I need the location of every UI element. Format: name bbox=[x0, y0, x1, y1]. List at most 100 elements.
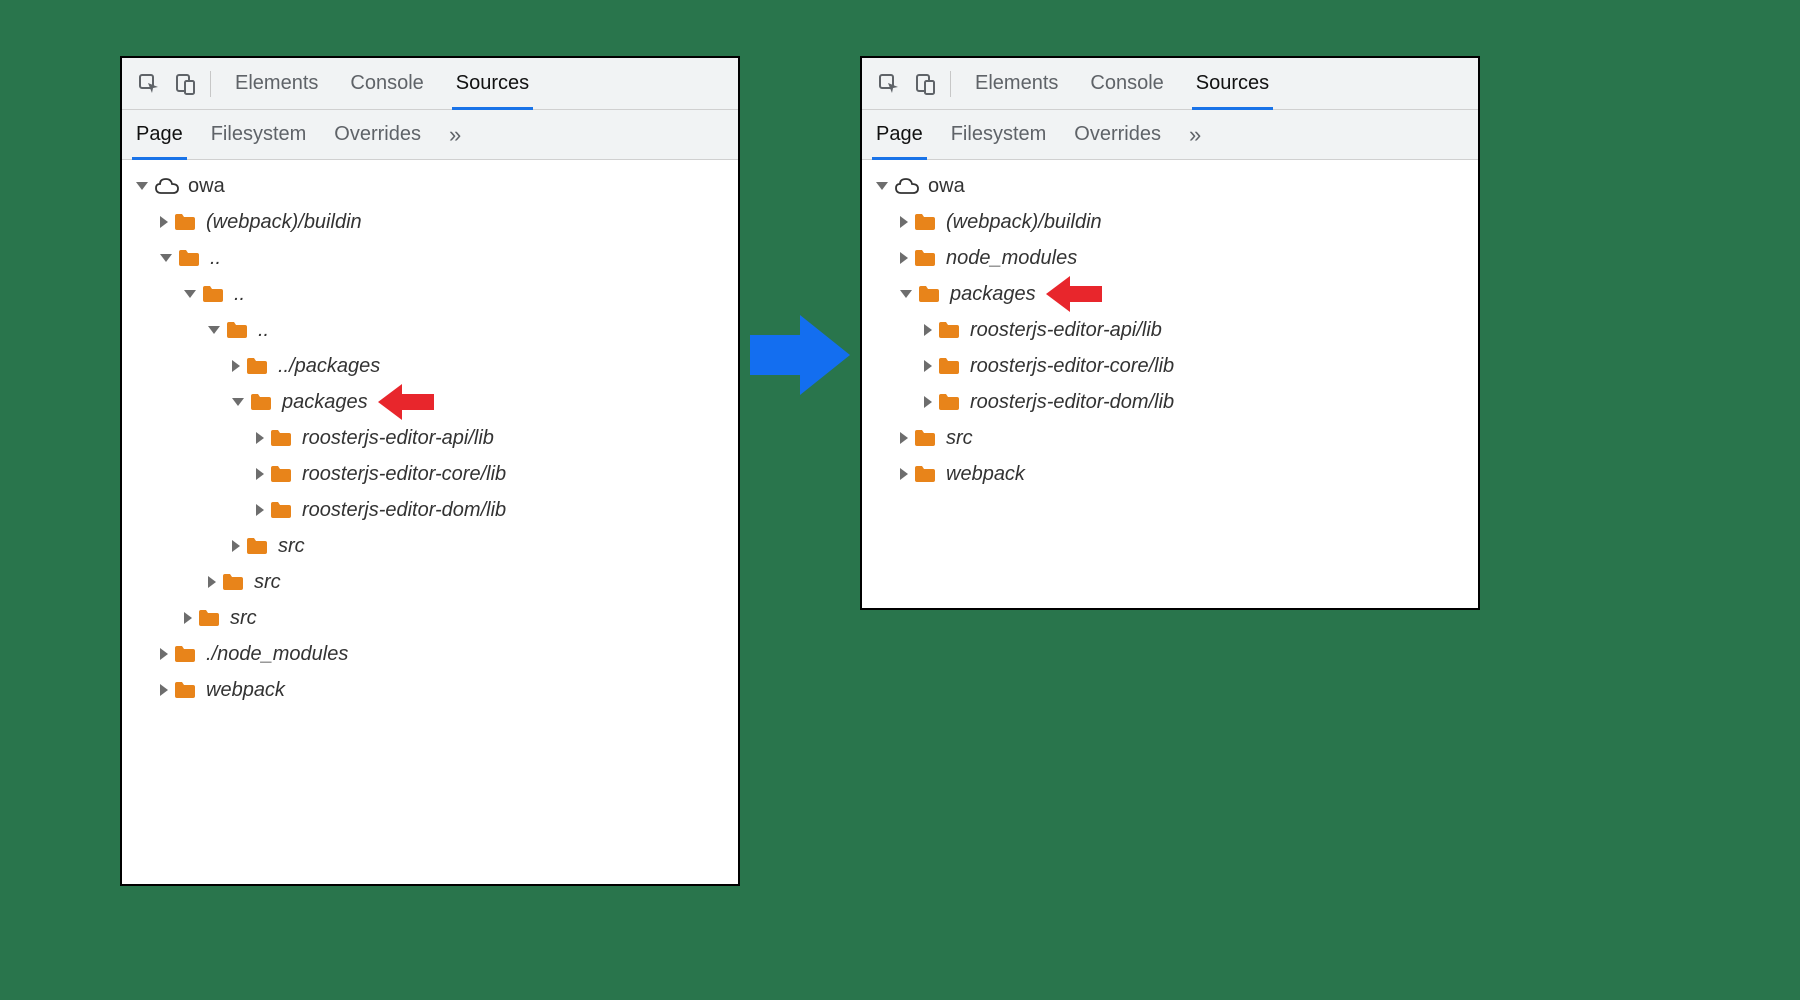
folder-icon bbox=[246, 357, 268, 375]
toolbar-divider bbox=[950, 71, 951, 97]
tree-row[interactable]: ../packages bbox=[122, 348, 738, 384]
tree-row[interactable]: roosterjs-editor-core/lib bbox=[862, 348, 1478, 384]
chevron-down-icon[interactable] bbox=[160, 254, 172, 262]
folder-icon bbox=[270, 501, 292, 519]
tree-row[interactable]: packages bbox=[862, 276, 1478, 312]
chevron-down-icon[interactable] bbox=[900, 290, 912, 298]
tree-row[interactable]: webpack bbox=[122, 672, 738, 708]
chevron-right-icon[interactable] bbox=[256, 468, 264, 480]
tree-row[interactable]: src bbox=[122, 600, 738, 636]
tree-row[interactable]: roosterjs-editor-core/lib bbox=[122, 456, 738, 492]
chevron-right-icon[interactable] bbox=[924, 360, 932, 372]
device-toolbar-icon[interactable] bbox=[168, 67, 202, 101]
chevron-down-icon[interactable] bbox=[876, 182, 888, 190]
tree-item-label: (webpack)/buildin bbox=[206, 211, 362, 234]
chevron-right-icon[interactable] bbox=[160, 216, 168, 228]
tree-item-label: roosterjs-editor-api/lib bbox=[970, 319, 1162, 342]
folder-icon bbox=[174, 645, 196, 663]
folder-icon bbox=[938, 393, 960, 411]
chevron-right-icon[interactable] bbox=[900, 432, 908, 444]
more-tabs-icon[interactable]: » bbox=[449, 122, 455, 148]
tree-item-label: roosterjs-editor-core/lib bbox=[970, 355, 1174, 378]
chevron-right-icon[interactable] bbox=[232, 360, 240, 372]
subtab-filesystem[interactable]: Filesystem bbox=[951, 110, 1047, 159]
tree-item-label: packages bbox=[282, 391, 368, 414]
subtab-page[interactable]: Page bbox=[136, 110, 183, 159]
more-tabs-icon[interactable]: » bbox=[1189, 122, 1195, 148]
cloud-icon bbox=[894, 176, 920, 196]
chevron-right-icon[interactable] bbox=[184, 612, 192, 624]
devtools-top-tabs: Elements Console Sources bbox=[235, 58, 529, 109]
tree-row[interactable]: src bbox=[122, 528, 738, 564]
subtab-overrides[interactable]: Overrides bbox=[1074, 110, 1161, 159]
tab-console[interactable]: Console bbox=[1090, 58, 1163, 109]
chevron-down-icon[interactable] bbox=[184, 290, 196, 298]
chevron-down-icon[interactable] bbox=[232, 398, 244, 406]
tree-item-label: webpack bbox=[206, 679, 285, 702]
chevron-right-icon[interactable] bbox=[160, 648, 168, 660]
subtab-filesystem[interactable]: Filesystem bbox=[211, 110, 307, 159]
tree-row[interactable]: node_modules bbox=[862, 240, 1478, 276]
tab-sources[interactable]: Sources bbox=[1196, 58, 1269, 109]
source-tree-right: owa (webpack)/buildin node_modulespackages… bbox=[862, 160, 1478, 608]
tree-row[interactable]: .. bbox=[122, 240, 738, 276]
tree-row[interactable]: (webpack)/buildin bbox=[862, 204, 1478, 240]
inspect-element-icon[interactable] bbox=[872, 67, 906, 101]
chevron-right-icon[interactable] bbox=[900, 216, 908, 228]
folder-icon bbox=[198, 609, 220, 627]
sources-subtabs: Page Filesystem Overrides » bbox=[862, 110, 1478, 160]
tree-row[interactable]: roosterjs-editor-api/lib bbox=[122, 420, 738, 456]
folder-icon bbox=[914, 465, 936, 483]
tree-item-label: .. bbox=[234, 283, 245, 306]
tree-row[interactable]: ./node_modules bbox=[122, 636, 738, 672]
device-toolbar-icon[interactable] bbox=[908, 67, 942, 101]
folder-icon bbox=[938, 321, 960, 339]
tree-row[interactable]: src bbox=[862, 420, 1478, 456]
folder-icon bbox=[938, 357, 960, 375]
tree-item-label: ./node_modules bbox=[206, 643, 348, 666]
chevron-right-icon[interactable] bbox=[900, 252, 908, 264]
tree-item-label: roosterjs-editor-core/lib bbox=[302, 463, 506, 486]
tree-row[interactable]: owa bbox=[862, 168, 1478, 204]
tree-row[interactable]: webpack bbox=[862, 456, 1478, 492]
chevron-right-icon[interactable] bbox=[924, 324, 932, 336]
tree-item-label: (webpack)/buildin bbox=[946, 211, 1102, 234]
subtab-overrides[interactable]: Overrides bbox=[334, 110, 421, 159]
tree-item-label: src bbox=[278, 535, 305, 558]
tree-item-label: .. bbox=[258, 319, 269, 342]
tree-row[interactable]: packages bbox=[122, 384, 738, 420]
tree-row[interactable]: roosterjs-editor-api/lib bbox=[862, 312, 1478, 348]
chevron-down-icon[interactable] bbox=[208, 326, 220, 334]
chevron-down-icon[interactable] bbox=[136, 182, 148, 190]
chevron-right-icon[interactable] bbox=[900, 468, 908, 480]
chevron-right-icon[interactable] bbox=[232, 540, 240, 552]
tree-row[interactable]: roosterjs-editor-dom/lib bbox=[122, 492, 738, 528]
tree-item-label: webpack bbox=[946, 463, 1025, 486]
tree-item-label: src bbox=[946, 427, 973, 450]
tree-row[interactable]: .. bbox=[122, 276, 738, 312]
tab-console[interactable]: Console bbox=[350, 58, 423, 109]
tree-item-label: roosterjs-editor-dom/lib bbox=[970, 391, 1174, 414]
tree-row[interactable]: (webpack)/buildin bbox=[122, 204, 738, 240]
tab-elements[interactable]: Elements bbox=[235, 58, 318, 109]
folder-icon bbox=[222, 573, 244, 591]
chevron-right-icon[interactable] bbox=[924, 396, 932, 408]
tab-sources[interactable]: Sources bbox=[456, 58, 529, 109]
tree-row[interactable]: src bbox=[122, 564, 738, 600]
tree-row[interactable]: owa bbox=[122, 168, 738, 204]
chevron-right-icon[interactable] bbox=[256, 504, 264, 516]
chevron-right-icon[interactable] bbox=[160, 684, 168, 696]
folder-icon bbox=[250, 393, 272, 411]
chevron-right-icon[interactable] bbox=[256, 432, 264, 444]
tab-elements[interactable]: Elements bbox=[975, 58, 1058, 109]
tree-row[interactable]: roosterjs-editor-dom/lib bbox=[862, 384, 1478, 420]
subtab-page[interactable]: Page bbox=[876, 110, 923, 159]
chevron-right-icon[interactable] bbox=[208, 576, 216, 588]
inspect-element-icon[interactable] bbox=[132, 67, 166, 101]
toolbar-divider bbox=[210, 71, 211, 97]
tree-item-label: .. bbox=[210, 247, 221, 270]
tree-row[interactable]: .. bbox=[122, 312, 738, 348]
tree-item-label: owa bbox=[188, 175, 225, 198]
folder-icon bbox=[918, 285, 940, 303]
sources-subtabs: Page Filesystem Overrides » bbox=[122, 110, 738, 160]
